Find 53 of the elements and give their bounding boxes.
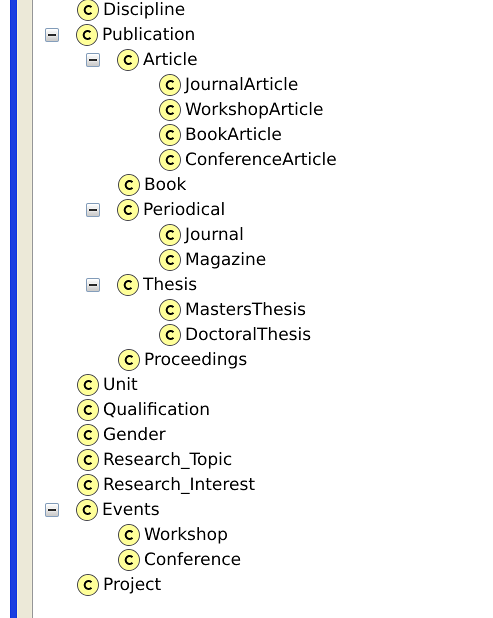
class-icon [118,174,140,196]
tree-item-label[interactable]: Publication [102,24,196,44]
class-icon [77,0,99,20]
tree-item-label[interactable]: Article [143,50,198,70]
class-icon [159,298,181,320]
tree-item-label[interactable]: Research_Interest [103,474,255,494]
tree-item-label[interactable]: WorkshopArticle [185,100,324,120]
tree-item-label[interactable]: Gender [103,424,166,444]
class-icon [118,348,140,370]
tree-item-label[interactable]: Journal [185,224,244,244]
tree-item-label[interactable]: Qualification [103,400,210,420]
tree-item-label[interactable]: ConferenceArticle [185,150,337,170]
tree-item-label[interactable]: Unit [103,374,138,394]
class-icon [76,24,98,46]
class-icon [159,224,181,246]
class-icon [77,398,99,420]
collapse-toggle[interactable] [86,278,100,292]
class-icon [159,124,181,146]
tree-item-label[interactable]: Workshop [144,524,228,544]
class-icon [77,574,99,596]
class-icon [77,424,99,446]
class-icon [159,74,181,96]
class-icon [117,274,139,296]
collapse-toggle[interactable] [86,202,100,216]
collapse-toggle[interactable] [86,52,100,66]
tree-item-label[interactable]: Research_Topic [103,450,232,470]
class-icon [117,198,139,220]
tree-item-label[interactable]: Book [144,174,186,194]
class-icon [159,248,181,270]
class-icon [118,548,140,570]
tree-item-label[interactable]: Periodical [143,200,226,220]
tree-item-label[interactable]: DoctoralThesis [185,324,312,344]
class-icon [76,498,98,520]
tree-item-label[interactable]: Proceedings [144,350,248,370]
class-icon [77,474,99,496]
class-icon [117,48,139,70]
collapse-toggle[interactable] [45,28,59,42]
class-icon [159,98,181,120]
class-icon [77,448,99,470]
class-icon [118,524,140,546]
class-icon [77,374,99,396]
collapse-toggle[interactable] [45,502,59,516]
tree-item-label[interactable]: Thesis [143,274,198,294]
class-icon [159,324,181,346]
class-icon [159,148,181,170]
tree-item-label[interactable]: Conference [144,550,242,570]
tree-item-label[interactable]: BookArticle [185,124,282,144]
tree-item-label[interactable]: Magazine [185,250,266,270]
tree-item-label[interactable]: JournalArticle [185,74,298,94]
tree-item-label[interactable]: Project [103,574,162,594]
tree-item-label[interactable]: Events [102,500,160,520]
tree-item-label[interactable]: MastersThesis [185,300,306,320]
tree-item-label[interactable]: Discipline [103,0,186,20]
